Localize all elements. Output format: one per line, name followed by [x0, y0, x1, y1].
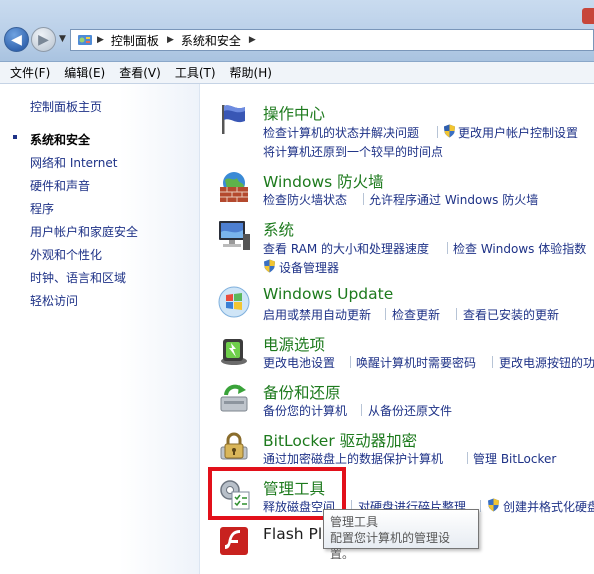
link-separator: [492, 356, 493, 368]
backup-icon: [220, 384, 248, 412]
category-link[interactable]: 查看 RAM 的大小和处理器速度: [263, 240, 429, 257]
link-separator: [350, 356, 351, 368]
forward-button[interactable]: ▶: [31, 27, 56, 52]
breadcrumb-system-security[interactable]: 系统和安全: [181, 32, 241, 49]
current-page-bullet-icon: [13, 135, 17, 139]
category-link[interactable]: 将计算机还原到一个较早的时间点: [263, 143, 443, 160]
flag-icon: [222, 105, 245, 134]
link-separator: [447, 242, 448, 254]
windows-update-icon: [218, 286, 250, 318]
control-panel-icon: [78, 35, 92, 45]
category-link[interactable]: 检查防火墙状态: [263, 191, 347, 208]
breadcrumb-chevron-icon[interactable]: ▶: [167, 35, 174, 45]
category-title[interactable]: Windows 防火墙: [263, 170, 384, 192]
menu-bar: 文件(F) 编辑(E) 查看(V) 工具(T) 帮助(H): [0, 62, 594, 84]
sidebar-item-control-panel-home[interactable]: 控制面板主页: [30, 98, 102, 115]
category-link[interactable]: 通过加密磁盘上的数据保护计算机: [263, 450, 443, 467]
category-title[interactable]: BitLocker 驱动器加密: [263, 429, 417, 451]
breadcrumb-chevron-icon[interactable]: ▶: [97, 35, 104, 45]
category-title[interactable]: 系统: [263, 218, 294, 240]
category-link[interactable]: 查看已安装的更新: [463, 306, 559, 323]
menu-view[interactable]: 查看(V): [112, 64, 168, 81]
category-title[interactable]: 电源选项: [263, 333, 325, 355]
uac-shield-icon: [444, 124, 455, 138]
category-link[interactable]: 检查更新: [392, 306, 440, 323]
category-link[interactable]: 更改电源按钮的功: [499, 354, 594, 371]
sidebar-item-clock-language-region[interactable]: 时钟、语言和区域: [30, 269, 126, 286]
navigation-bar: ◀ ▶ ▼ ▶ 控制面板 ▶ 系统和安全 ▶: [0, 0, 594, 62]
category-link[interactable]: 备份您的计算机: [263, 402, 347, 419]
sidebar-item-hardware-sound[interactable]: 硬件和声音: [30, 177, 90, 194]
category-link[interactable]: 启用或禁用自动更新: [263, 306, 371, 323]
category-link[interactable]: 创建并格式化硬盘: [503, 498, 594, 515]
menu-file[interactable]: 文件(F): [3, 64, 57, 81]
tooltip: 管理工具 配置您计算机的管理设置。: [323, 509, 479, 561]
back-button[interactable]: ◀: [4, 27, 29, 52]
flash-icon: [220, 527, 248, 555]
tooltip-text: 配置您计算机的管理设置。: [330, 531, 451, 561]
category-link[interactable]: 允许程序通过 Windows 防火墙: [369, 191, 538, 208]
bitlocker-icon: [220, 432, 248, 460]
category-title[interactable]: 备份和还原: [263, 381, 341, 403]
battery-icon: [221, 339, 247, 365]
link-separator: [456, 308, 457, 320]
category-link[interactable]: 设备管理器: [279, 259, 339, 276]
category-link[interactable]: 检查 Windows 体验指数: [453, 240, 586, 257]
breadcrumb-control-panel[interactable]: 控制面板: [111, 32, 159, 49]
uac-shield-icon: [264, 259, 275, 273]
link-separator: [361, 404, 362, 416]
category-title[interactable]: Windows Update: [263, 285, 393, 303]
back-arrow-icon: ◀: [11, 31, 22, 48]
link-separator: [437, 126, 438, 138]
link-separator: [363, 193, 364, 205]
breadcrumb-chevron-icon[interactable]: ▶: [249, 35, 256, 45]
category-link[interactable]: 唤醒计算机时需要密码: [356, 354, 476, 371]
sidebar-item-user-accounts[interactable]: 用户帐户和家庭安全: [30, 223, 138, 240]
category-link[interactable]: 检查计算机的状态并解决问题: [263, 124, 419, 141]
link-separator: [467, 452, 468, 464]
sidebar-item-ease-of-access[interactable]: 轻松访问: [30, 292, 78, 309]
menu-tools[interactable]: 工具(T): [168, 64, 223, 81]
category-link[interactable]: 更改电池设置: [263, 354, 335, 371]
sidebar-item-programs[interactable]: 程序: [30, 200, 54, 217]
category-title[interactable]: Flash Pla: [263, 525, 332, 543]
sidebar-item-network-internet[interactable]: 网络和 Internet: [30, 154, 117, 171]
firewall-icon: [220, 172, 248, 202]
menu-help[interactable]: 帮助(H): [223, 64, 279, 81]
recent-pages-dropdown-icon[interactable]: ▼: [59, 34, 66, 44]
uac-shield-icon: [488, 498, 499, 512]
link-separator: [480, 500, 481, 512]
forward-arrow-icon: ▶: [38, 31, 49, 48]
category-title[interactable]: 操作中心: [263, 102, 325, 124]
menu-edit[interactable]: 编辑(E): [57, 64, 112, 81]
address-bar[interactable]: ▶ 控制面板 ▶ 系统和安全 ▶: [70, 29, 594, 51]
category-link[interactable]: 更改用户帐户控制设置: [458, 124, 578, 141]
category-link[interactable]: 从备份还原文件: [368, 402, 452, 419]
sidebar-item-appearance[interactable]: 外观和个性化: [30, 246, 102, 263]
computer-icon: [219, 221, 250, 250]
category-link[interactable]: 管理 BitLocker: [473, 450, 556, 467]
sidebar-item-system-security[interactable]: 系统和安全: [30, 131, 90, 148]
link-separator: [385, 308, 386, 320]
window-close-button[interactable]: [582, 8, 594, 24]
tooltip-title: 管理工具: [330, 515, 379, 529]
